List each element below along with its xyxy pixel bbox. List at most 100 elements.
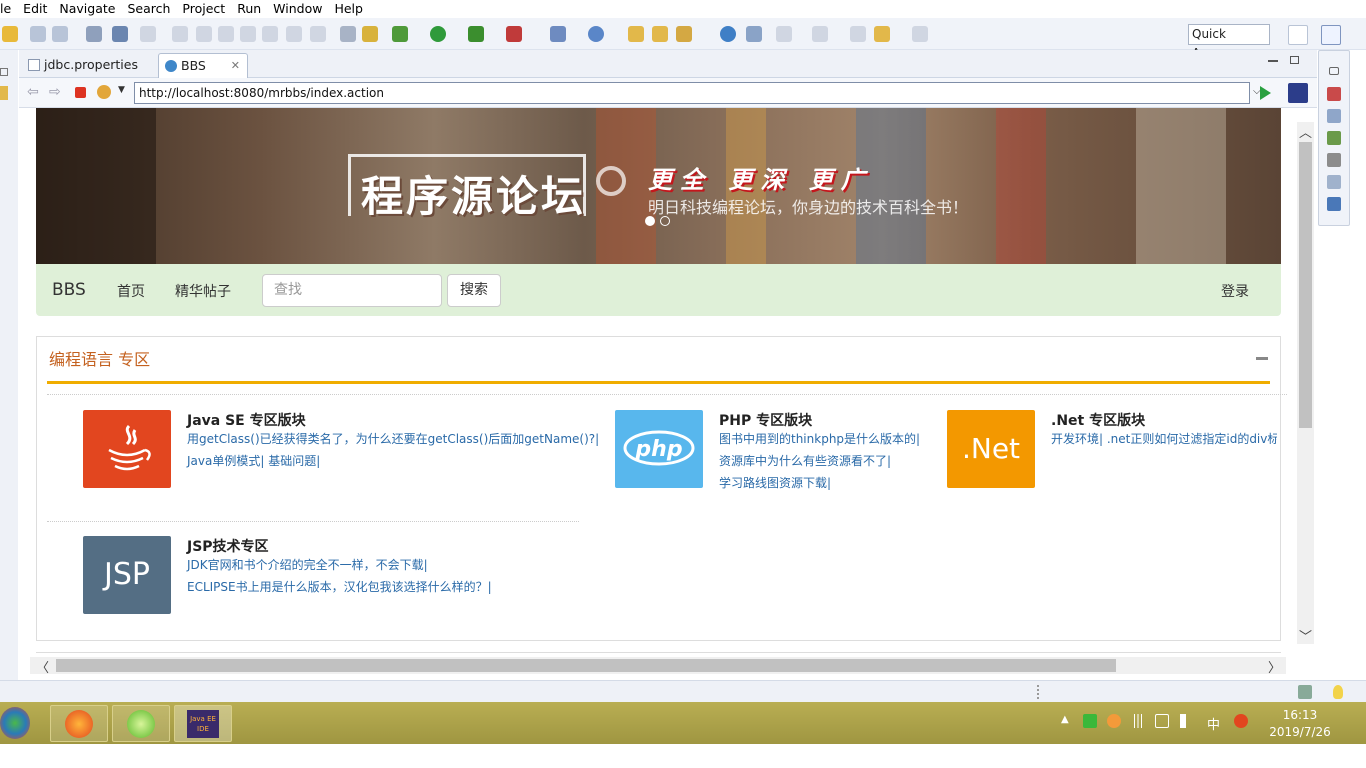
minimize-editor-icon[interactable]: [1268, 60, 1278, 62]
console-view-icon[interactable]: [1327, 197, 1341, 211]
post-link[interactable]: 资源库中为什么有些资源看不了|: [719, 452, 891, 469]
forum-title[interactable]: JSP技术专区: [187, 536, 269, 556]
maximize-editor-icon[interactable]: [1290, 56, 1299, 64]
search-toolbar-icon[interactable]: [676, 26, 692, 42]
error-log-icon[interactable]: [1298, 685, 1312, 699]
post-link[interactable]: 学习路线图资源下载|: [719, 474, 831, 491]
package-explorer-icon[interactable]: [0, 86, 8, 100]
stop-icon[interactable]: [75, 87, 86, 98]
nav-featured[interactable]: 精华帖子: [175, 281, 231, 301]
network-signal-icon[interactable]: [1131, 714, 1145, 728]
terminate-icon[interactable]: [218, 26, 234, 42]
jsp-logo-icon[interactable]: JSP: [83, 536, 171, 614]
skip-breakpoints-icon[interactable]: [140, 26, 156, 42]
menu-search[interactable]: Search: [121, 0, 176, 18]
menu-run[interactable]: Run: [231, 0, 267, 18]
forum-title[interactable]: .Net 专区版块: [1051, 410, 1145, 430]
login-link[interactable]: 登录: [1221, 281, 1249, 301]
brand-link[interactable]: BBS: [52, 280, 86, 300]
taskbar-firefox[interactable]: [50, 705, 108, 742]
nav-home[interactable]: 首页: [117, 281, 145, 301]
debug-icon[interactable]: [392, 26, 408, 42]
markers-icon[interactable]: [1327, 131, 1341, 145]
next-annotation-icon[interactable]: [776, 26, 792, 42]
clock[interactable]: 16:13 2019/7/26: [1262, 707, 1338, 741]
taskbar-eclipse[interactable]: Java EE IDE: [174, 705, 232, 742]
dropdown-icon[interactable]: ▼: [118, 85, 125, 95]
close-icon[interactable]: ✕: [231, 54, 240, 77]
run-icon[interactable]: [430, 26, 446, 42]
post-link[interactable]: ECLIPSE书上用是什么版本，汉化包我该选择什么样的？|: [187, 578, 492, 595]
tray-app-icon[interactable]: [1107, 714, 1121, 728]
task-icon[interactable]: [746, 26, 762, 42]
post-link[interactable]: JDK官网和书个介绍的完全不一样，不会下载|: [187, 556, 428, 573]
post-link[interactable]: 用getClass()已经获得类名了，为什么还要在getClass()后面加ge…: [187, 430, 599, 447]
run-server-icon[interactable]: [468, 26, 484, 42]
open-folder-icon[interactable]: [652, 26, 668, 42]
new-icon[interactable]: [2, 26, 18, 42]
forum-title[interactable]: PHP 专区版块: [719, 410, 812, 430]
menu-edit[interactable]: Edit: [17, 0, 53, 18]
forward-arrow-icon[interactable]: ⇨: [49, 84, 61, 100]
collapse-icon[interactable]: [1256, 357, 1268, 360]
disconnect-icon[interactable]: [240, 26, 256, 42]
url-input[interactable]: http://localhost:8080/mrbbs/index.action: [134, 82, 1250, 104]
taskbar-app-green[interactable]: [112, 705, 170, 742]
menu-file[interactable]: le: [0, 0, 17, 18]
scroll-right-icon[interactable]: 〉: [1268, 657, 1281, 676]
post-link[interactable]: 开发环境| .net正则如何过滤指定id的div标签| .n: [1051, 430, 1277, 447]
php-logo-icon[interactable]: php: [615, 410, 703, 488]
carousel-dot-2[interactable]: [660, 216, 670, 226]
minimized-view-icon[interactable]: [0, 68, 8, 76]
console-icon[interactable]: [112, 26, 128, 42]
power-icon[interactable]: [1155, 714, 1169, 728]
step-return-icon[interactable]: [310, 26, 326, 42]
post-link[interactable]: 图书中用到的thinkphp是什么版本的|: [719, 430, 920, 447]
new-class-icon[interactable]: [588, 26, 604, 42]
quick-access-field[interactable]: Quick Access: [1188, 24, 1270, 60]
outline-icon[interactable]: [1327, 109, 1341, 123]
save-all-icon[interactable]: [52, 26, 68, 42]
drop-to-frame-icon[interactable]: [340, 26, 356, 42]
ime-indicator[interactable]: 中: [1207, 714, 1220, 733]
post-link[interactable]: Java单例模式| 基础问题|: [187, 452, 320, 469]
snippets-icon[interactable]: [1327, 175, 1341, 189]
resume-icon[interactable]: [172, 26, 188, 42]
use-step-filters-icon[interactable]: [362, 26, 378, 42]
java-logo-icon[interactable]: [83, 410, 171, 488]
refresh-icon[interactable]: [97, 85, 111, 99]
menu-project[interactable]: Project: [176, 0, 231, 18]
step-over-icon[interactable]: [286, 26, 302, 42]
search-button[interactable]: 搜索: [447, 274, 501, 307]
javaee-perspective-icon[interactable]: [1321, 25, 1341, 45]
globe-icon[interactable]: [720, 26, 736, 42]
open-perspective-icon[interactable]: [1288, 25, 1308, 45]
back-arrow-icon[interactable]: ⇦: [27, 84, 39, 100]
prev-annotation-icon[interactable]: [812, 26, 828, 42]
sogou-ime-icon[interactable]: [1234, 714, 1248, 728]
servers-icon[interactable]: [1327, 87, 1341, 101]
data-source-icon[interactable]: [1327, 153, 1341, 167]
horizontal-scroll-thumb[interactable]: [56, 659, 1116, 672]
search-input[interactable]: 查找: [262, 274, 442, 307]
dotnet-logo-icon[interactable]: .Net: [947, 410, 1035, 488]
terminal-icon[interactable]: [86, 26, 102, 42]
tray-expand-icon[interactable]: ▲: [1061, 714, 1069, 725]
tab-jdbc-properties[interactable]: jdbc.properties: [22, 53, 156, 78]
volume-icon[interactable]: [1180, 714, 1188, 728]
new-server-icon[interactable]: [550, 26, 566, 42]
restore-icon[interactable]: [1329, 67, 1339, 75]
scroll-left-icon[interactable]: 〈: [36, 657, 49, 676]
carousel-dot-1[interactable]: [645, 216, 655, 226]
forum-title[interactable]: Java SE 专区版块: [187, 410, 306, 430]
scroll-up-icon[interactable]: ︿: [1299, 122, 1312, 141]
step-into-icon[interactable]: [262, 26, 278, 42]
tab-bbs[interactable]: BBS ✕: [158, 53, 248, 78]
tray-wechat-icon[interactable]: [1083, 714, 1097, 728]
vertical-scroll-thumb[interactable]: [1299, 142, 1312, 428]
suspend-icon[interactable]: [196, 26, 212, 42]
lightbulb-icon[interactable]: [1333, 685, 1343, 699]
menu-help[interactable]: Help: [328, 0, 369, 18]
save-icon[interactable]: [30, 26, 46, 42]
eclipse-browser-icon[interactable]: [1288, 83, 1308, 103]
